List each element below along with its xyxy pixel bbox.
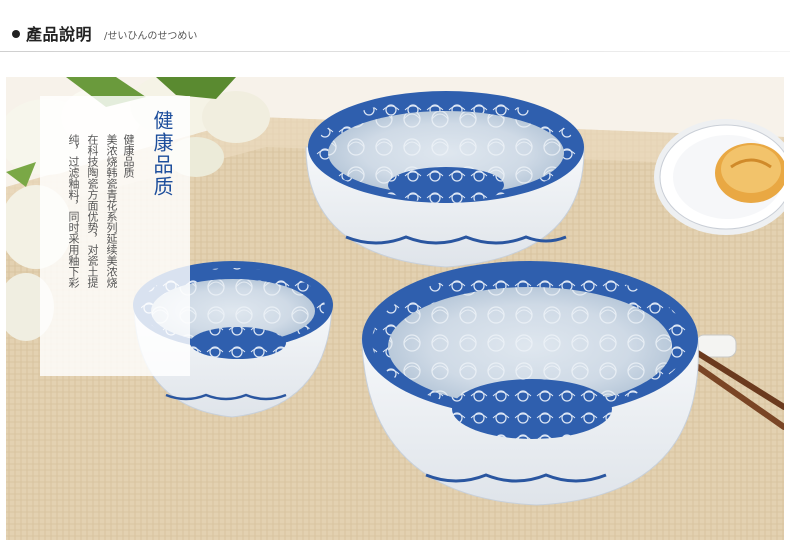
caption-line-3: 在科技陶瓷方面优势，对瓷土提 xyxy=(86,134,99,288)
product-description-page: 產品說明 /せいひんのせつめい 健康品质 健康品质 美浓烧韩瓷青花系列延续美浓烧… xyxy=(0,0,790,541)
section-title: 產品說明 xyxy=(26,25,93,44)
caption-line-1: 健康品质 xyxy=(122,134,135,178)
header-divider xyxy=(0,51,790,52)
bullet-icon xyxy=(12,30,20,38)
caption-line-2: 美浓烧韩瓷青花系列延续美浓烧 xyxy=(105,134,118,288)
caption-line-4: 纯，过滤釉料，同时采用釉下彩 xyxy=(67,134,80,288)
section-subtitle: /せいひんのせつめい xyxy=(104,31,198,42)
section-header: 產品說明 /せいひんのせつめい xyxy=(0,0,790,52)
caption-title: 健康品质 xyxy=(150,110,174,198)
